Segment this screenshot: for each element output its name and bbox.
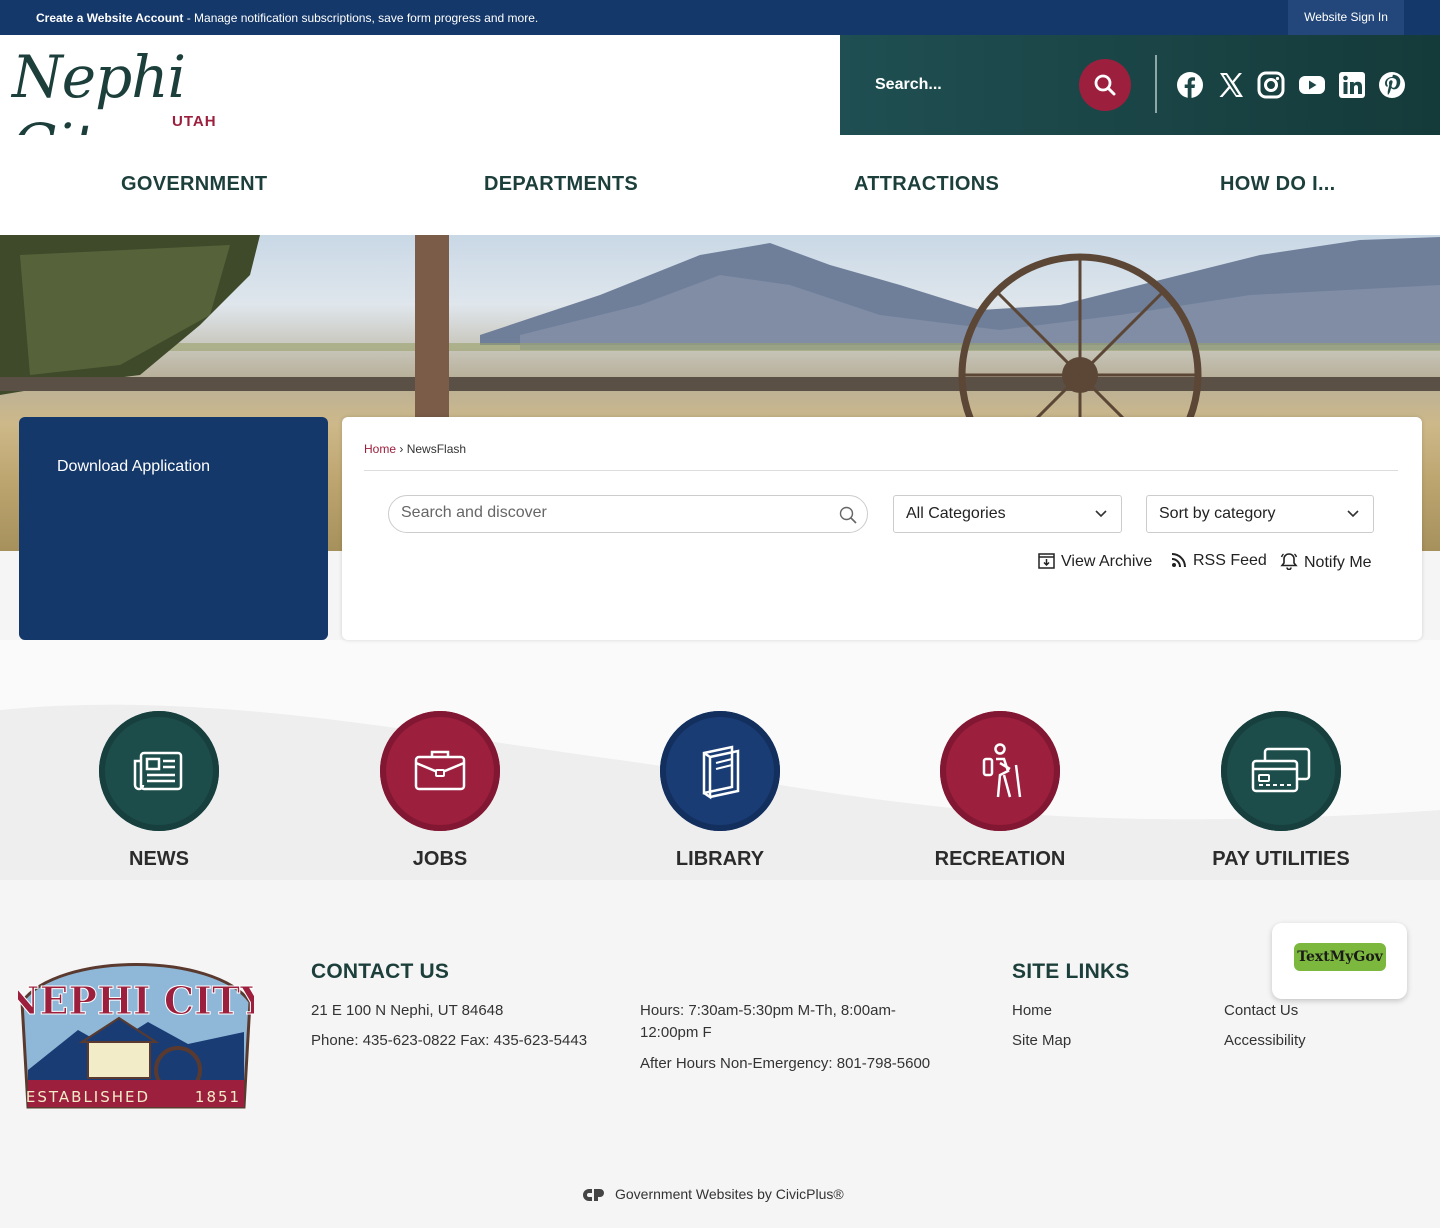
- site-links-heading: SITE LINKS: [1012, 960, 1130, 983]
- search-button[interactable]: [1079, 59, 1131, 111]
- search-icon[interactable]: [839, 506, 857, 524]
- quicklink-jobs[interactable]: [380, 711, 500, 831]
- seal-text-bottom: ESTABLISHED: [26, 1088, 150, 1106]
- contact-phone: Phone: 435-623-0822 Fax: 435-623-5443: [311, 1032, 588, 1049]
- account-message-text: - Manage notification subscriptions, sav…: [183, 11, 539, 25]
- credit-cards-icon: [1251, 747, 1311, 793]
- download-application-link[interactable]: Download Application: [57, 458, 210, 476]
- chevron-down-icon: [1347, 510, 1359, 518]
- site-logo[interactable]: Nephi City UTAH: [10, 43, 250, 179]
- instagram-icon[interactable]: [1257, 71, 1285, 99]
- linkedin-icon[interactable]: [1338, 71, 1366, 99]
- category-select-value: All Categories: [906, 505, 1006, 522]
- breadcrumb-current: NewsFlash: [406, 442, 467, 456]
- sort-select[interactable]: Sort by category: [1146, 495, 1374, 533]
- footer-link-home[interactable]: Home: [1012, 1000, 1052, 1022]
- quicklink-news[interactable]: [99, 711, 219, 831]
- nav-government[interactable]: GOVERNMENT: [121, 173, 267, 196]
- facebook-icon[interactable]: [1176, 71, 1204, 99]
- quicklink-recreation-label[interactable]: RECREATION: [900, 848, 1100, 871]
- footer-link-contact[interactable]: Contact Us: [1224, 1000, 1298, 1022]
- breadcrumb-home[interactable]: Home: [364, 442, 396, 456]
- pinterest-icon[interactable]: [1378, 71, 1406, 99]
- newspaper-icon: [133, 751, 183, 791]
- view-archive-label: View Archive: [1061, 553, 1153, 570]
- header-divider: [1155, 55, 1157, 113]
- quicklink-library[interactable]: [660, 711, 780, 831]
- footer-link-accessibility[interactable]: Accessibility: [1224, 1030, 1306, 1052]
- city-seal-logo[interactable]: NEPHI CITY ESTABLISHED 1851: [18, 952, 254, 1112]
- newsflash-card: Home › NewsFlash All Categories Sort by …: [342, 417, 1422, 640]
- rss-feed-link[interactable]: RSS Feed: [1171, 552, 1267, 570]
- breadcrumb-separator: ›: [396, 442, 407, 456]
- search-icon: [1094, 74, 1116, 96]
- newsflash-search-box[interactable]: [388, 495, 868, 533]
- category-select[interactable]: All Categories: [893, 495, 1122, 533]
- chevron-down-icon: [1095, 510, 1107, 518]
- main-navigation: GOVERNMENT DEPARTMENTS ATTRACTIONS HOW D…: [0, 135, 1440, 235]
- rss-feed-label: RSS Feed: [1193, 552, 1267, 569]
- quicklink-news-label[interactable]: NEWS: [59, 848, 259, 871]
- civicplus-credit-text: Government Websites by CivicPlus®: [615, 1186, 844, 1202]
- contact-after-hours: After Hours Non-Emergency: 801-798-5600: [640, 1055, 931, 1072]
- quicklink-recreation[interactable]: [940, 711, 1060, 831]
- bell-icon: [1280, 553, 1298, 571]
- contact-hours: Hours: 7:30am-5:30pm M-Th, 8:00am-12:00p…: [640, 1002, 896, 1041]
- account-message[interactable]: Create a Website Account - Manage notifi…: [36, 11, 538, 25]
- logo-subtitle: UTAH: [172, 113, 217, 130]
- newsflash-search-input[interactable]: [401, 504, 821, 522]
- site-header: Nephi City UTAH Search...: [0, 35, 1440, 179]
- quicklink-library-label[interactable]: LIBRARY: [620, 848, 820, 871]
- textmygov-badge: TextMyGov: [1294, 943, 1386, 971]
- breadcrumb-divider: [364, 470, 1398, 471]
- briefcase-icon: [414, 750, 466, 791]
- sidebar-panel: Download Application: [19, 417, 328, 640]
- textmygov-widget[interactable]: TextMyGov: [1272, 923, 1407, 999]
- notify-me-link[interactable]: Notify Me: [1280, 552, 1372, 572]
- breadcrumb: Home › NewsFlash: [364, 442, 466, 456]
- rss-icon: [1171, 553, 1186, 568]
- quicklink-jobs-label[interactable]: JOBS: [340, 848, 540, 871]
- book-icon: [702, 745, 740, 800]
- quicklink-pay-utilities[interactable]: [1221, 711, 1341, 831]
- contact-heading: CONTACT US: [311, 960, 450, 983]
- view-archive-link[interactable]: View Archive: [1038, 552, 1152, 571]
- sort-select-value: Sort by category: [1159, 505, 1276, 522]
- notify-me-label: Notify Me: [1304, 554, 1372, 571]
- youtube-icon[interactable]: [1298, 71, 1326, 99]
- sign-in-button[interactable]: Website Sign In: [1288, 0, 1404, 35]
- nav-how-do-i[interactable]: HOW DO I...: [1220, 173, 1336, 196]
- archive-icon: [1038, 553, 1055, 569]
- quicklink-pay-utilities-label[interactable]: PAY UTILITIES: [1181, 848, 1381, 871]
- x-icon[interactable]: [1217, 71, 1245, 99]
- civicplus-credit[interactable]: Government Websites by CivicPlus®: [583, 1186, 844, 1203]
- seal-text-top: NEPHI CITY: [18, 978, 254, 1023]
- civicplus-logo-icon: [583, 1189, 604, 1201]
- nav-attractions[interactable]: ATTRACTIONS: [854, 173, 999, 196]
- footer-link-site-map[interactable]: Site Map: [1012, 1030, 1071, 1052]
- contact-address: 21 E 100 N Nephi, UT 84648: [311, 1002, 504, 1019]
- hiker-icon: [982, 743, 1022, 798]
- create-account-link[interactable]: Create a Website Account: [36, 11, 183, 25]
- nav-departments[interactable]: DEPARTMENTS: [484, 173, 638, 196]
- top-account-bar: Create a Website Account - Manage notifi…: [0, 0, 1440, 35]
- site-search-input[interactable]: Search...: [875, 76, 942, 94]
- seal-year: 1851: [195, 1088, 241, 1106]
- header-search-area: Search...: [840, 35, 1440, 135]
